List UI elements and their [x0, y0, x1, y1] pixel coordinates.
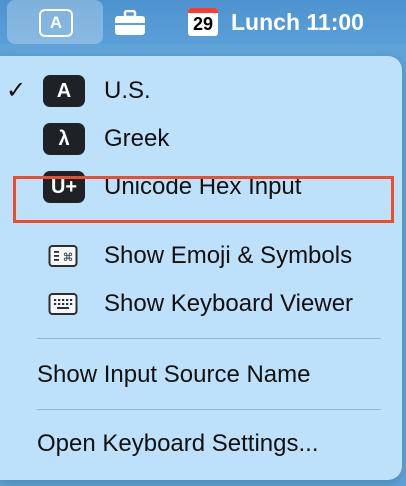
menu-separator — [37, 220, 381, 221]
input-source-icon: A — [39, 9, 73, 37]
menu-item-show-input-source-name[interactable]: Show Input Source Name — [0, 351, 402, 399]
menu-item-unicode-hex-label: Unicode Hex Input — [104, 173, 302, 200]
menu-item-open-keyboard-settings[interactable]: Open Keyboard Settings... — [0, 420, 402, 468]
menu-item-greek[interactable]: λ Greek — [0, 115, 402, 163]
svg-text:⌘: ⌘ — [63, 251, 74, 264]
menu-item-open-keyboard-settings-label: Open Keyboard Settings... — [37, 430, 319, 457]
menu-item-greek-label: Greek — [104, 125, 170, 152]
unicode-hex-source-icon: U+ — [43, 171, 85, 203]
briefcase-icon[interactable] — [114, 10, 146, 36]
emoji-symbols-icon: ⌘ — [48, 245, 78, 267]
menu-separator — [37, 338, 381, 339]
input-source-menu-button[interactable]: A — [7, 0, 103, 44]
menu-item-us[interactable]: ✓ A U.S. — [0, 67, 402, 115]
greek-source-icon: λ — [43, 123, 85, 155]
menu-item-show-emoji-symbols-label: Show Emoji & Symbols — [104, 242, 353, 269]
menu-item-us-label: U.S. — [104, 77, 151, 104]
menu-item-show-emoji-symbols[interactable]: ⌘ Show Emoji & Symbols — [0, 232, 402, 280]
checkmark-icon: ✓ — [6, 77, 27, 104]
menu-item-show-keyboard-viewer-label: Show Keyboard Viewer — [104, 290, 354, 317]
menu-bar: A 29 Lunch 11:00 — [0, 0, 406, 44]
menubar-clock[interactable]: Lunch 11:00 — [231, 7, 364, 37]
calendar-icon[interactable]: 29 — [188, 8, 218, 36]
menu-item-show-keyboard-viewer[interactable]: Show Keyboard Viewer — [0, 280, 402, 328]
menu-separator — [37, 409, 381, 410]
input-source-dropdown-menu: ✓ A U.S. λ Greek U+ Unicode Hex Input ⌘ … — [0, 56, 402, 480]
calendar-day: 29 — [192, 14, 214, 34]
menu-item-show-input-source-name-label: Show Input Source Name — [37, 361, 311, 388]
keyboard-viewer-icon — [48, 293, 78, 315]
menu-item-unicode-hex[interactable]: U+ Unicode Hex Input — [0, 163, 402, 211]
us-source-icon: A — [43, 75, 85, 107]
